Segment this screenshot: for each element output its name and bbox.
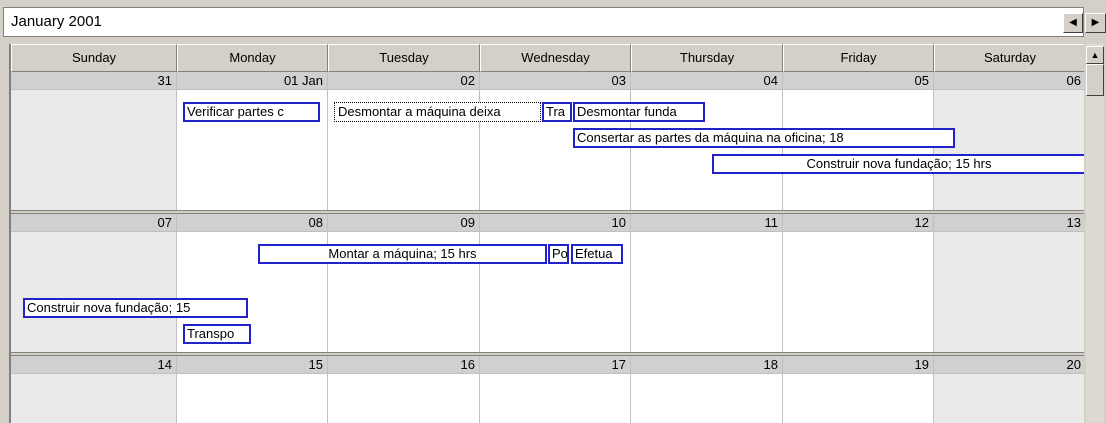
weekday-tuesday: Tuesday <box>328 44 480 72</box>
day-cell[interactable]: 18 <box>631 356 783 423</box>
day-cell[interactable]: 12 <box>783 214 934 352</box>
event-item[interactable]: Construir nova fundação; 15 <box>23 298 248 318</box>
day-cell[interactable]: 02 <box>328 72 480 210</box>
day-number: 09 <box>328 214 479 232</box>
day-number: 15 <box>177 356 327 374</box>
event-item[interactable]: Transpo <box>183 324 251 344</box>
day-cell[interactable]: 16 <box>328 356 480 423</box>
calendar-grid: Sunday Monday Tuesday Wednesday Thursday… <box>9 44 1084 423</box>
day-number: 05 <box>783 72 933 90</box>
day-cell[interactable]: 11 <box>631 214 783 352</box>
day-number: 20 <box>934 356 1084 374</box>
week-row: 31 01 Jan 02 03 04 05 06 Verificar parte… <box>11 72 1084 210</box>
day-number: 10 <box>480 214 630 232</box>
event-item[interactable]: Verificar partes c <box>183 102 320 122</box>
day-number: 16 <box>328 356 479 374</box>
day-cell[interactable]: 06 <box>934 72 1084 210</box>
day-cell[interactable]: 09 <box>328 214 480 352</box>
up-arrow-icon: ▲ <box>1090 50 1100 60</box>
right-arrow-icon: ▶ <box>1091 17 1100 28</box>
event-item[interactable]: Tra <box>542 102 572 122</box>
prev-month-button[interactable]: ◀ <box>1063 13 1083 33</box>
week-row: 07 08 09 10 11 12 13 Montar a máquina; 1… <box>11 214 1084 352</box>
month-title: January 2001 <box>3 7 1084 37</box>
day-number: 17 <box>480 356 630 374</box>
day-cell[interactable]: 07 <box>11 214 177 352</box>
day-number: 18 <box>631 356 782 374</box>
weekday-thursday: Thursday <box>631 44 783 72</box>
event-item[interactable]: Construir nova fundação; 15 hrs <box>712 154 1084 174</box>
event-item[interactable]: Consertar as partes da máquina na oficin… <box>573 128 955 148</box>
day-number: 07 <box>11 214 176 232</box>
event-item[interactable]: Montar a máquina; 15 hrs <box>258 244 547 264</box>
day-cell[interactable]: 31 <box>11 72 177 210</box>
scrollbar-track[interactable] <box>1086 44 1104 423</box>
scrollbar-thumb[interactable] <box>1086 64 1104 96</box>
vertical-scrollbar[interactable]: ▲ <box>1084 44 1106 423</box>
left-border <box>0 44 9 423</box>
day-number: 31 <box>11 72 176 90</box>
calendar-header: January 2001 ◀ ▶ <box>0 0 1106 44</box>
day-number: 12 <box>783 214 933 232</box>
weekday-monday: Monday <box>177 44 328 72</box>
day-cell[interactable]: 15 <box>177 356 328 423</box>
event-item[interactable]: Po <box>548 244 569 264</box>
day-number: 13 <box>934 214 1084 232</box>
day-number: 02 <box>328 72 479 90</box>
day-cell[interactable]: 20 <box>934 356 1084 423</box>
weekday-friday: Friday <box>783 44 934 72</box>
week-row: 14 15 16 17 18 19 20 <box>11 356 1084 423</box>
event-item[interactable]: Desmontar funda <box>573 102 705 122</box>
left-arrow-icon: ◀ <box>1069 17 1077 28</box>
day-number: 04 <box>631 72 782 90</box>
day-number: 11 <box>631 214 782 232</box>
day-number: 01 Jan <box>177 72 327 90</box>
day-cell[interactable]: 13 <box>934 214 1084 352</box>
weekday-wednesday: Wednesday <box>480 44 631 72</box>
event-item[interactable]: Desmontar a máquina deixa <box>334 102 541 122</box>
weekday-sunday: Sunday <box>11 44 177 72</box>
day-cell[interactable]: 17 <box>480 356 631 423</box>
event-item[interactable]: Efetua <box>571 244 623 264</box>
weekday-header: Sunday Monday Tuesday Wednesday Thursday… <box>11 44 1084 72</box>
day-cell[interactable]: 01 Jan <box>177 72 328 210</box>
next-month-button[interactable]: ▶ <box>1085 13 1106 33</box>
day-number: 19 <box>783 356 933 374</box>
day-number: 06 <box>934 72 1084 90</box>
day-cell[interactable]: 10 <box>480 214 631 352</box>
day-cell[interactable]: 19 <box>783 356 934 423</box>
day-number: 14 <box>11 356 176 374</box>
day-number: 08 <box>177 214 327 232</box>
day-number: 03 <box>480 72 630 90</box>
weekday-saturday: Saturday <box>934 44 1084 72</box>
day-cell[interactable]: 14 <box>11 356 177 423</box>
scroll-up-button[interactable]: ▲ <box>1086 46 1104 64</box>
